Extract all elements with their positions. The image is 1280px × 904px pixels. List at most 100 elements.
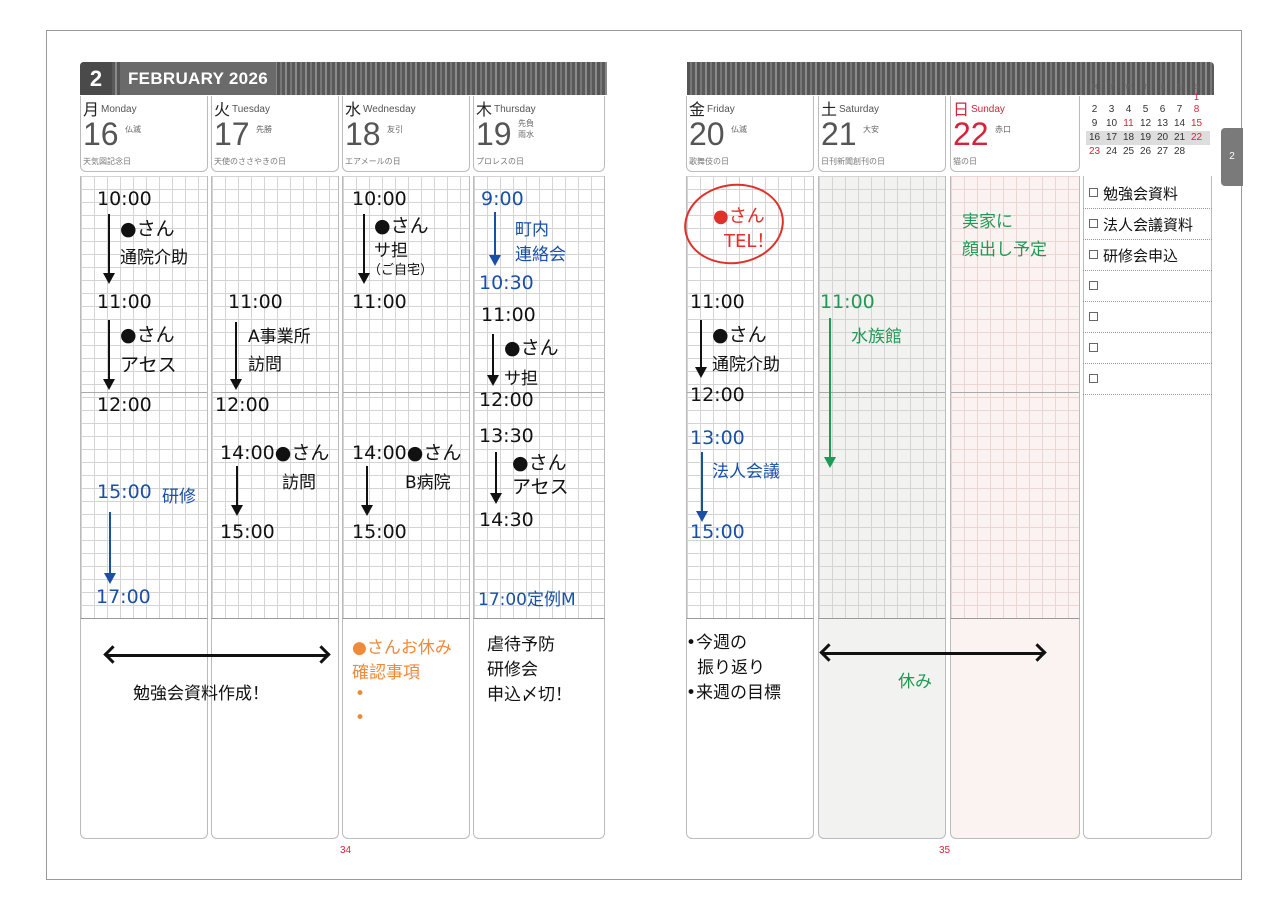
mini-day: 11 [1123, 118, 1134, 129]
arrow-down-icon [695, 320, 707, 378]
mini-day: 12 [1139, 118, 1152, 129]
note-text: 訪問 [248, 355, 282, 375]
checkbox[interactable] [1089, 343, 1098, 352]
arrow-down-icon [103, 214, 115, 284]
note-time: 15:00 [97, 481, 152, 503]
note-text: アセス [512, 476, 569, 498]
mini-day: 28 [1173, 146, 1186, 157]
day-date: 20 [689, 116, 725, 152]
todo-label: 研修会申込 [1103, 247, 1179, 265]
weekday-label: M [1091, 84, 1098, 91]
arrow-down-icon [489, 212, 501, 266]
todo-item[interactable] [1083, 271, 1212, 302]
note-time: 11:00 [481, 304, 536, 326]
memo-text: 確認事項 [352, 663, 420, 683]
page-number-right: 35 [939, 845, 951, 856]
memo-text: 振り返り [697, 658, 765, 678]
mini-calendar-week: 23 24 25 26 27 28 [1086, 145, 1210, 159]
todo-item[interactable] [1083, 333, 1212, 364]
rokuyo: 赤口 [995, 125, 1011, 134]
note-time: 12:00 [215, 394, 270, 416]
day-observance: 歌舞伎の日 [689, 157, 729, 166]
note-time: 10:30 [479, 272, 534, 294]
rokuyo: 友引 [387, 125, 403, 134]
month-title: FEBRUARY 2026 [120, 62, 276, 95]
mini-calendar-week: 9 10 11 12 13 14 15 [1086, 117, 1210, 131]
arrow-down-icon [104, 512, 116, 584]
mini-day: 24 [1105, 146, 1118, 157]
day-header: 水 Wednesday 18 友引 エアメールの日 [342, 96, 470, 172]
mini-day [1171, 91, 1188, 103]
note-text: A事業所 [248, 327, 311, 347]
note-time: 10:00 [352, 188, 407, 210]
day-observance: プロレスの日 [476, 157, 524, 166]
note-time: 12:00 [97, 394, 152, 416]
day-header: 月 Monday 16 仏滅 天気図記念日 [80, 96, 208, 172]
note-time: 17:00 [96, 586, 151, 608]
note-text: ●さん [374, 215, 429, 237]
memo-bullet: • [355, 708, 366, 728]
memo-text: 休み [898, 672, 932, 692]
note-text: 水族館 [851, 327, 902, 347]
day-observance: 天使のささやきの日 [214, 157, 286, 166]
checkbox[interactable] [1089, 281, 1098, 290]
todo-label: 法人会議資料 [1103, 216, 1194, 234]
mini-day: 10 [1105, 118, 1118, 129]
mini-day [1137, 91, 1154, 103]
note-text: ●さん [713, 206, 765, 227]
checkbox[interactable] [1089, 250, 1098, 259]
checkbox[interactable] [1089, 188, 1098, 197]
mini-calendar-current-week: 16 17 18 19 20 21 22 [1086, 131, 1210, 145]
note-time: 12:00 [690, 384, 745, 406]
weekday-label: S [1194, 84, 1199, 91]
mini-day: 13 [1156, 118, 1169, 129]
note-text: ●さん [712, 324, 767, 346]
memo-area[interactable] [80, 618, 208, 839]
weekday-label: S [1177, 84, 1182, 91]
schedule-grid[interactable] [818, 176, 946, 618]
day-column-saturday: 土 Saturday 21 大安 日刊新聞創刊の日 [818, 96, 946, 839]
note-time: 14:30 [479, 509, 534, 531]
todo-item[interactable]: 法人会議資料 [1083, 209, 1212, 240]
mini-day [1086, 91, 1103, 103]
mini-day [1120, 91, 1137, 103]
note-time: 13:00 [690, 427, 745, 449]
note-text: サ担 [374, 241, 408, 261]
rokuyo: 先勝 [256, 125, 272, 134]
checkbox[interactable] [1089, 219, 1098, 228]
note-text: 通院介助 [712, 355, 780, 375]
arrow-down-icon [824, 318, 836, 468]
day-date: 18 [345, 116, 381, 152]
mini-calendar-week: 1 [1086, 91, 1210, 103]
mini-day [1188, 145, 1205, 159]
todo-label: 勉強会資料 [1103, 185, 1179, 203]
note-text: サ担 [504, 369, 538, 389]
arrow-down-icon [358, 214, 370, 284]
todo-item[interactable]: 勉強会資料 [1083, 178, 1212, 209]
mini-day: 16 [1088, 132, 1101, 143]
month-index-tab[interactable]: 2 [1221, 128, 1243, 186]
checkbox[interactable] [1089, 374, 1098, 383]
day-name: Saturday [839, 104, 880, 115]
note-time: 15:00 [220, 521, 275, 543]
note-time: 14:00●さん [352, 442, 462, 464]
arrow-down-icon [696, 452, 708, 522]
day-date: 16 [83, 116, 119, 152]
day-date: 21 [821, 116, 857, 152]
arrow-down-icon [361, 466, 373, 516]
day-name: Sunday [971, 104, 1005, 115]
note-time: 11:00 [352, 291, 407, 313]
mini-day: 8 [1193, 104, 1200, 115]
todo-item[interactable] [1083, 364, 1212, 395]
mini-day: 3 [1108, 104, 1115, 115]
day-date: 17 [214, 116, 250, 152]
day-observance: 猫の日 [953, 157, 977, 166]
note-text: TEL！ [724, 231, 775, 252]
todo-item[interactable] [1083, 302, 1212, 333]
checkbox[interactable] [1089, 312, 1098, 321]
day-header: 日 Sunday 22 赤口 猫の日 [950, 96, 1080, 172]
note-text: 通院介助 [120, 248, 188, 268]
todo-item[interactable]: 研修会申込 [1083, 240, 1212, 271]
mini-day [1103, 91, 1120, 103]
note-text: 研修 [162, 487, 196, 507]
